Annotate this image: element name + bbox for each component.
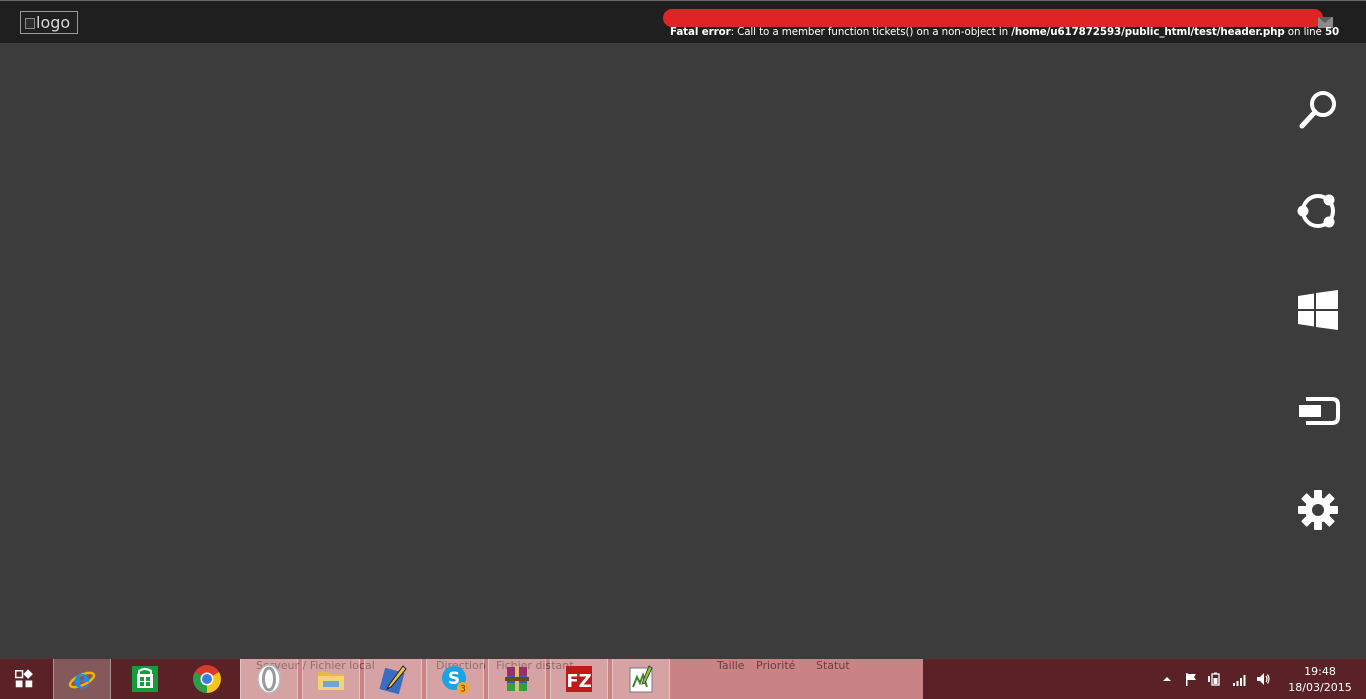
pane-label-status: Statut <box>816 659 850 672</box>
error-path: /home/u617872593/public_html/test/header… <box>1011 26 1285 38</box>
volume-icon[interactable] <box>1255 671 1271 687</box>
search-icon <box>1299 91 1336 129</box>
battery-icon[interactable] <box>1207 671 1223 687</box>
taskbar-app-opera[interactable] <box>240 659 298 699</box>
pane-label-priority: Priorité <box>756 659 796 672</box>
skype-icon: S 3 <box>442 666 469 695</box>
taskbar-app-notepadpp[interactable] <box>612 659 670 699</box>
charm-search[interactable] <box>1290 82 1346 138</box>
charm-devices[interactable] <box>1290 382 1346 438</box>
opera-icon <box>257 664 281 694</box>
gear-icon <box>1298 490 1338 530</box>
start-icon <box>15 669 33 688</box>
clock-time: 19:48 <box>1304 665 1336 678</box>
error-line-number: 50 <box>1324 26 1340 38</box>
pen-icon <box>379 665 407 695</box>
svg-text:e: e <box>74 665 91 695</box>
wifi-signal-icon[interactable] <box>1232 671 1248 687</box>
error-on-line: on line <box>1284 26 1325 38</box>
ie-icon: e <box>68 665 96 695</box>
taskbar-app-store[interactable] <box>116 659 174 699</box>
taskbar-app-editor[interactable] <box>364 659 422 699</box>
logo-image[interactable]: logo <box>20 11 78 34</box>
charm-settings[interactable] <box>1290 482 1346 538</box>
devices-icon <box>1299 397 1340 425</box>
clock-date: 18/03/2015 <box>1288 681 1352 694</box>
svg-text:FZ: FZ <box>566 671 591 692</box>
taskbar-app-explorer[interactable] <box>302 659 360 699</box>
error-label: Fatal error <box>670 26 731 38</box>
charm-share[interactable] <box>1290 182 1346 238</box>
redaction-bar <box>663 9 1323 27</box>
charm-start[interactable] <box>1290 282 1346 338</box>
taskbar-app-filezilla[interactable]: FZ <box>550 659 608 699</box>
store-icon <box>132 666 158 692</box>
taskbar-app-chrome[interactable] <box>178 659 236 699</box>
folder-icon <box>318 672 344 690</box>
start-button[interactable] <box>0 659 48 699</box>
taskbar-app-ie[interactable]: e <box>53 659 111 699</box>
skype-badge-count: 3 <box>460 685 466 695</box>
pane-label-size: Taille <box>717 659 745 672</box>
logo-alt-text: logo <box>36 13 71 32</box>
show-hidden-icons-icon[interactable] <box>1159 671 1175 687</box>
share-icon <box>1297 194 1335 228</box>
taskbar-app-skype[interactable]: S 3 <box>426 659 484 699</box>
taskbar: Serveur / Fichier local Direction Fichie… <box>0 659 1366 699</box>
chrome-icon <box>193 665 221 693</box>
winrar-icon <box>505 666 529 692</box>
top-header: logo Fatal error: Call to a member funct… <box>0 0 1366 43</box>
filezilla-icon: FZ <box>566 666 592 692</box>
system-tray <box>1155 659 1275 699</box>
taskbar-app-winrar[interactable] <box>488 659 546 699</box>
clock[interactable]: 19:48 18/03/2015 <box>1280 664 1360 696</box>
php-error-message: Fatal error: Call to a member function t… <box>670 26 1339 38</box>
error-message: : Call to a member function tickets() on… <box>730 26 1012 38</box>
broken-image-icon <box>25 18 35 29</box>
windows-icon <box>1298 290 1338 330</box>
notepad-icon <box>629 665 653 693</box>
action-center-flag-icon[interactable] <box>1183 671 1199 687</box>
